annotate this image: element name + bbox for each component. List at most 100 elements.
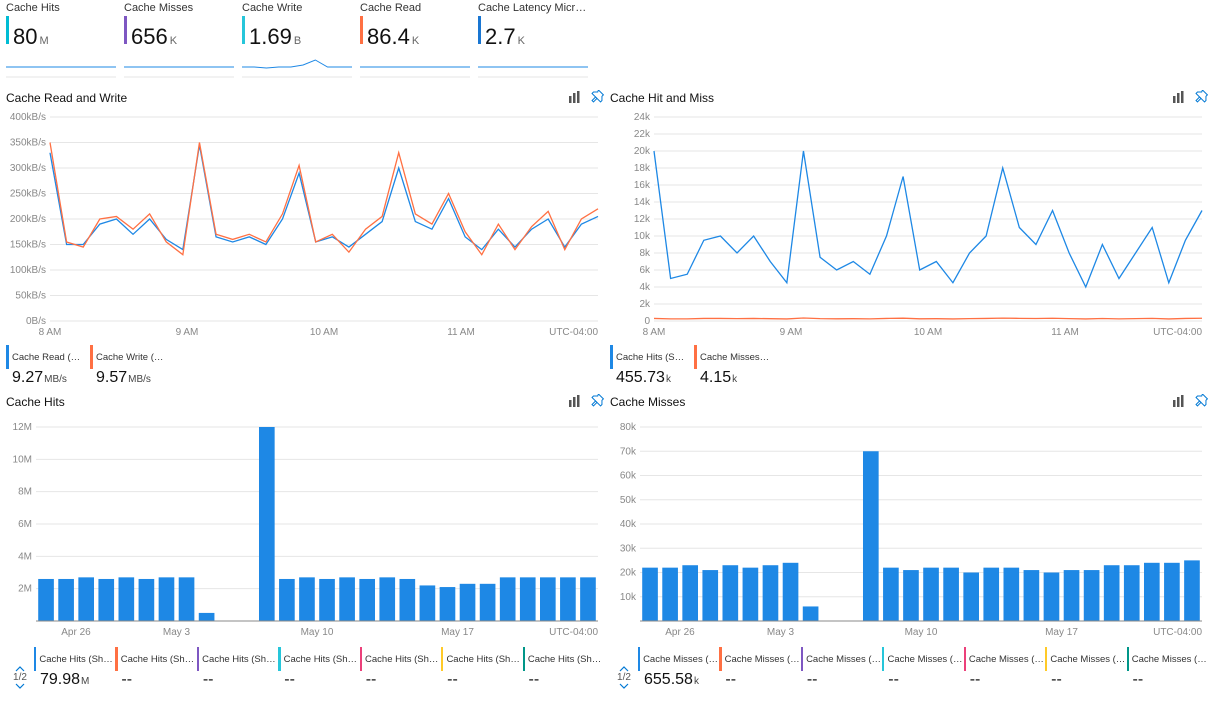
svg-text:400kB/s: 400kB/s [10,112,46,123]
legend-item[interactable]: Cache Hits (Shard 1)… -- [115,647,196,689]
kpi-card[interactable]: Cache Write 1.69B [242,2,354,81]
panel-title: Cache Hit and Miss [610,91,714,105]
pin-icon[interactable] [1194,394,1208,411]
legend-item[interactable]: Cache Hits (Shard 4)… -- [360,647,441,689]
svg-text:0: 0 [644,316,650,327]
svg-text:Apr 26: Apr 26 [61,627,91,638]
svg-text:60k: 60k [620,471,637,482]
svg-text:May 17: May 17 [441,627,474,638]
svg-text:2M: 2M [18,584,32,595]
legend-item[interactable]: Cache Misses (Shard … -- [719,647,800,689]
svg-text:250kB/s: 250kB/s [10,189,46,200]
kpi-card[interactable]: Cache Latency Microsecon 2.7K [478,2,590,81]
legend-item[interactable]: Cache Misses (Shard … -- [964,647,1045,689]
kpi-color-bar [360,16,363,44]
kpi-value: 86.4 [367,24,410,50]
line-chart-cache-rw: 0B/s 50kB/s 100kB/s 150kB/s 200kB/s 250kB/s 30… [6,111,604,341]
svg-text:20k: 20k [634,146,651,157]
svg-text:10k: 10k [634,231,651,242]
workbook-icon[interactable] [568,394,582,411]
svg-text:May 10: May 10 [905,627,938,638]
svg-text:100kB/s: 100kB/s [10,265,46,276]
panel-cache-misses-bar: Cache Misses 10k20k30k40k50k60k70k80kApr… [610,393,1208,689]
svg-text:10k: 10k [620,592,637,603]
svg-text:May 17: May 17 [1045,627,1078,638]
kpi-card[interactable]: Cache Read 86.4K [360,2,472,81]
pin-icon[interactable] [1194,90,1208,107]
svg-text:22k: 22k [634,129,651,140]
sparkline [242,56,352,78]
svg-text:300kB/s: 300kB/s [10,163,46,174]
sparkline [6,56,116,78]
svg-text:9 AM: 9 AM [780,327,803,338]
svg-text:12M: 12M [13,422,32,433]
svg-text:12k: 12k [634,214,651,225]
svg-text:Apr 26: Apr 26 [665,627,695,638]
svg-text:50kB/s: 50kB/s [15,291,46,302]
svg-text:8 AM: 8 AM [643,327,666,338]
sparkline [124,56,234,78]
legend-item[interactable]: Cache Hits (Shard 5)… -- [441,647,522,689]
svg-text:50k: 50k [620,495,637,506]
kpi-card[interactable]: Cache Hits 80M [6,2,118,81]
kpi-value: 656 [131,24,168,50]
svg-text:10 AM: 10 AM [310,327,338,338]
kpi-color-bar [124,16,127,44]
legend-pager[interactable]: 1/2 [610,666,638,689]
pin-icon[interactable] [590,90,604,107]
svg-text:30k: 30k [620,543,637,554]
legend-item[interactable]: Cache Hits (Shard 6)… -- [523,647,604,689]
bar-chart-cache-misses: 10k20k30k40k50k60k70k80kApr 26May 3May 1… [610,415,1208,645]
svg-text:2k: 2k [639,299,651,310]
legend-item[interactable]: Cache Read (Sum) 9.27MB/s [6,345,82,387]
legend-item[interactable]: Cache Misses (Shard 0)… 655.58k [638,647,719,689]
workbook-icon[interactable] [1172,394,1186,411]
svg-text:May 3: May 3 [163,627,191,638]
kpi-unit: B [294,35,301,47]
svg-text:UTC-04:00: UTC-04:00 [1153,627,1202,638]
legend-item[interactable]: Cache Misses (Shard … -- [882,647,963,689]
svg-text:0B/s: 0B/s [26,316,46,327]
kpi-unit: M [39,35,48,47]
legend-pager[interactable]: 1/2 [6,666,34,689]
svg-text:UTC-04:00: UTC-04:00 [549,327,598,338]
pin-icon[interactable] [590,394,604,411]
legend-cache-misses: 1/2 Cache Misses (Shard 0)… 655.58kCache… [610,647,1208,689]
panel-cache-hm: Cache Hit and Miss 02k4k6k8k10k12k14k16k… [610,89,1208,387]
svg-text:20k: 20k [620,568,637,579]
kpi-unit: K [412,35,419,47]
sparkline [478,56,588,78]
workbook-icon[interactable] [1172,90,1186,107]
kpi-color-bar [6,16,9,44]
kpi-title: Cache Read [360,2,472,16]
legend-cache-hm: Cache Hits (Sum) 455.73kCache Misses (Su… [610,345,1208,387]
svg-text:6k: 6k [639,265,651,276]
legend-item[interactable]: Cache Write (Sum) 9.57MB/s [90,345,166,387]
svg-text:40k: 40k [620,519,637,530]
svg-text:May 10: May 10 [301,627,334,638]
sparkline [360,56,470,78]
legend-item[interactable]: Cache Misses (Shard … -- [801,647,882,689]
kpi-title: Cache Write [242,2,354,16]
legend-item[interactable]: Cache Hits (Sum) 455.73k [610,345,686,387]
kpi-value: 2.7 [485,24,516,50]
legend-item[interactable]: Cache Hits (Shard 2)… -- [197,647,278,689]
panel-title: Cache Misses [610,395,685,409]
svg-text:200kB/s: 200kB/s [10,214,46,225]
legend-item[interactable]: Cache Misses (Sum) 4.15k [694,345,770,387]
kpi-unit: K [170,35,177,47]
legend-item[interactable]: Cache Hits (Shard 3)… -- [278,647,359,689]
legend-item[interactable]: Cache Misses (Shard … -- [1127,647,1208,689]
legend-item[interactable]: Cache Misses (Shard … -- [1045,647,1126,689]
svg-text:24k: 24k [634,112,651,123]
legend-item[interactable]: Cache Hits (Shard 0)… 79.98M [34,647,115,689]
svg-text:May 3: May 3 [767,627,795,638]
kpi-title: Cache Hits [6,2,118,16]
kpi-value: 80 [13,24,37,50]
svg-text:150kB/s: 150kB/s [10,240,46,251]
charts-grid: Cache Read and Write 0B/s50kB/s100kB/s15… [6,89,1208,689]
kpi-card[interactable]: Cache Misses 656K [124,2,236,81]
workbook-icon[interactable] [568,90,582,107]
svg-text:11 AM: 11 AM [447,327,475,338]
kpi-title: Cache Latency Microsecon [478,2,590,16]
